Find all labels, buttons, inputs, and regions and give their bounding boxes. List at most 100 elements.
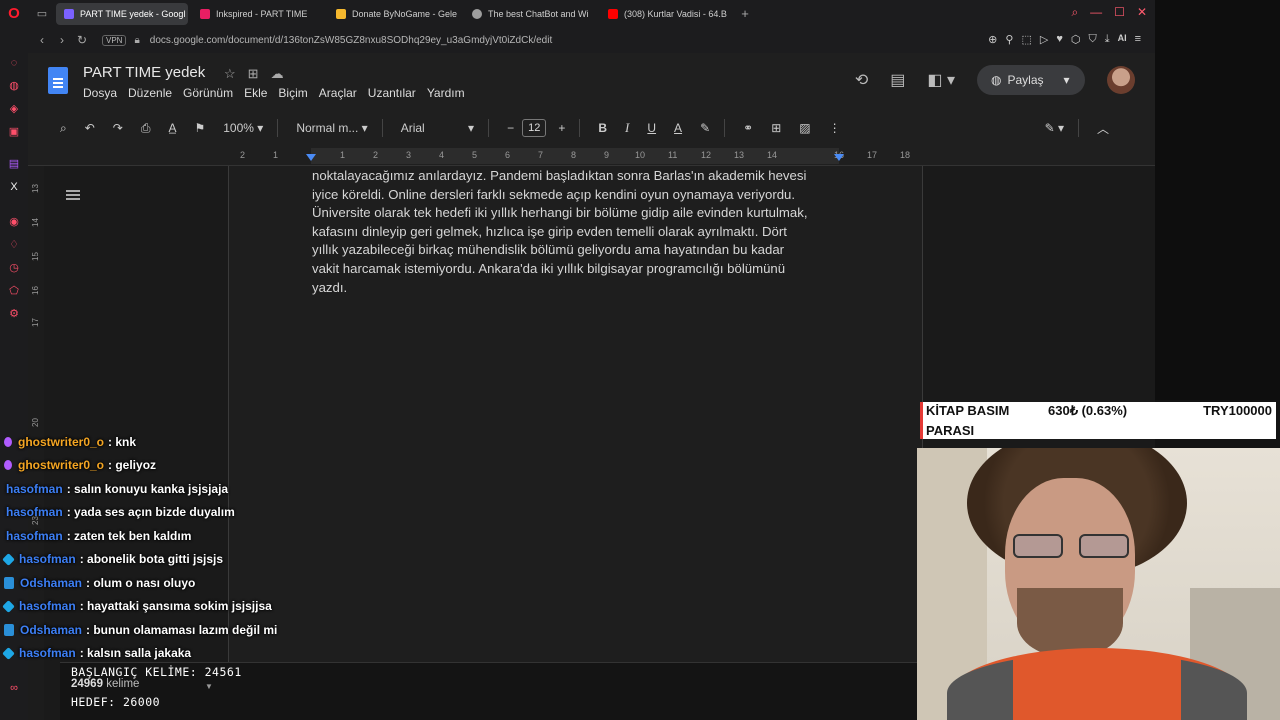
right-indent-marker[interactable] bbox=[834, 154, 844, 161]
lock-icon[interactable]: 🔒︎ bbox=[134, 35, 139, 46]
forward-icon[interactable]: › bbox=[52, 33, 72, 47]
share-button[interactable]: ◍ Paylaş ▾ bbox=[977, 65, 1085, 95]
opera-logo-icon[interactable]: O bbox=[0, 0, 28, 27]
tab-part-time-docs[interactable]: PART TIME yedek - Googl bbox=[56, 2, 188, 25]
menu-edit[interactable]: Düzenle bbox=[128, 86, 172, 100]
bold-button[interactable]: B bbox=[598, 121, 607, 135]
cloud-status-icon[interactable]: ☁ bbox=[271, 66, 284, 82]
ai-button[interactable]: AI bbox=[1118, 33, 1127, 46]
tab-bynogame[interactable]: Donate ByNoGame - Gele bbox=[328, 3, 460, 25]
ruler-tick-label: 2 bbox=[240, 150, 246, 160]
heart-icon[interactable]: ♥ bbox=[1056, 33, 1063, 46]
font-select[interactable]: Arial ▾ bbox=[401, 121, 474, 135]
music-icon[interactable]: ◉ bbox=[7, 215, 21, 229]
menu-tools[interactable]: Araçlar bbox=[319, 86, 357, 100]
extensions-sidebar-icon[interactable]: ⬠ bbox=[7, 284, 21, 298]
x-icon[interactable]: X bbox=[7, 180, 21, 194]
style-select[interactable]: Normal m... ▾ bbox=[296, 121, 367, 135]
print-icon[interactable]: ⎙ bbox=[141, 121, 151, 136]
document-title[interactable]: PART TIME yedek bbox=[83, 64, 205, 81]
menu-icon[interactable]: ≡ bbox=[1135, 33, 1141, 46]
chevron-down-icon[interactable]: ▼ bbox=[205, 682, 213, 691]
search-tabs-icon[interactable]: ⌕ bbox=[1071, 5, 1078, 20]
close-window-icon[interactable]: ✕ bbox=[1137, 5, 1147, 20]
youtube-favicon-icon bbox=[608, 8, 618, 19]
aria-icon[interactable]: ◌ bbox=[7, 56, 21, 70]
sidebar-more-icon[interactable]: ∞ bbox=[7, 681, 21, 695]
avatar[interactable] bbox=[1107, 66, 1135, 94]
menu-extensions[interactable]: Uzantılar bbox=[368, 86, 416, 100]
left-indent-marker[interactable] bbox=[306, 154, 316, 161]
search-menus-icon[interactable]: ⌕ bbox=[60, 121, 67, 136]
menu-insert[interactable]: Ekle bbox=[244, 86, 267, 100]
history-icon[interactable]: ◷ bbox=[7, 261, 21, 275]
font-size-input[interactable]: 12 bbox=[522, 119, 547, 137]
hide-menus-icon[interactable]: ︿ bbox=[1097, 120, 1109, 137]
word-count-widget[interactable]: 24969 kelime bbox=[71, 678, 139, 690]
tab-youtube[interactable]: (308) Kurtlar Vadisi - 64.B bbox=[600, 3, 732, 25]
chat-text: : bunun olamaması lazım değil mi bbox=[86, 622, 278, 637]
underline-button[interactable]: U bbox=[647, 121, 656, 135]
minimize-icon[interactable]: — bbox=[1090, 5, 1102, 20]
vpn-badge[interactable]: VPN bbox=[102, 34, 127, 46]
chat-username: Odshaman bbox=[20, 622, 83, 637]
reload-icon[interactable]: ↻ bbox=[72, 33, 92, 47]
redo-icon[interactable]: ↷ bbox=[113, 121, 123, 135]
bookmark-icon[interactable]: ♢ bbox=[7, 238, 21, 252]
menu-format[interactable]: Biçim bbox=[278, 86, 307, 100]
word-count-label: kelime bbox=[106, 678, 140, 690]
zoom-icon[interactable]: ⊕ bbox=[988, 33, 997, 46]
snapshot-icon[interactable]: ⬚ bbox=[1021, 33, 1031, 46]
glasses bbox=[1013, 534, 1131, 560]
telegram-icon[interactable]: ◈ bbox=[7, 102, 21, 116]
more-icon[interactable]: ⋮ bbox=[829, 121, 841, 135]
chat-message: Odshaman : olum o nası oluyo bbox=[4, 571, 424, 595]
image-icon[interactable]: ▨ bbox=[799, 121, 810, 135]
menu-bar: Dosya Düzenle Görünüm Ekle Biçim Araçlar… bbox=[83, 86, 476, 100]
twitch-icon[interactable]: ▤ bbox=[7, 157, 21, 171]
messenger-icon[interactable]: ◍ bbox=[7, 79, 21, 93]
version-history-icon[interactable]: ⟲ bbox=[855, 70, 868, 90]
menu-view[interactable]: Görünüm bbox=[183, 86, 233, 100]
meet-icon[interactable]: ◧ ▾ bbox=[927, 70, 955, 90]
decrease-font-size-icon[interactable]: − bbox=[507, 121, 514, 135]
url-field[interactable]: docs.google.com/document/d/136tonZsW85GZ… bbox=[150, 35, 552, 46]
menu-file[interactable]: Dosya bbox=[83, 86, 117, 100]
comments-icon[interactable]: ▤ bbox=[890, 70, 905, 90]
docs-logo-icon[interactable] bbox=[48, 67, 68, 94]
link-icon[interactable]: ⚭ bbox=[743, 121, 753, 135]
menu-help[interactable]: Yardım bbox=[427, 86, 465, 100]
increase-font-size-icon[interactable]: + bbox=[558, 121, 565, 135]
tab-overview-icon[interactable]: ▭ bbox=[28, 7, 56, 20]
move-folder-icon[interactable]: ⊞ bbox=[248, 66, 259, 82]
comment-icon[interactable]: ⊞ bbox=[771, 121, 781, 135]
highlight-icon[interactable]: ✎ bbox=[700, 121, 710, 135]
wallet-icon[interactable]: ⛉ bbox=[1088, 33, 1096, 46]
document-body[interactable]: noktalayacağımız anılardayız. Pandemi ba… bbox=[312, 167, 847, 297]
horizontal-ruler[interactable]: 2 1 1 2 3 4 5 6 7 8 9 10 11 12 13 14 16 … bbox=[28, 146, 1155, 166]
text-color-button[interactable]: A bbox=[674, 121, 682, 135]
spellcheck-icon[interactable]: A̲ bbox=[168, 121, 176, 135]
pin-icon[interactable]: ⚲ bbox=[1005, 33, 1013, 46]
italic-button[interactable]: I bbox=[625, 120, 629, 136]
play-icon[interactable]: ▷ bbox=[1040, 33, 1048, 46]
back-icon[interactable]: ‹ bbox=[32, 33, 52, 47]
settings-icon[interactable]: ⚙ bbox=[7, 307, 21, 321]
paint-format-icon[interactable]: ⚑ bbox=[194, 121, 205, 135]
tab-chatbot[interactable]: The best ChatBot and Wi bbox=[464, 3, 596, 25]
editing-mode-icon[interactable]: ✎ ▾ bbox=[1045, 121, 1064, 135]
chat-username: hasofman bbox=[6, 505, 63, 520]
zoom-select[interactable]: 100% ▾ bbox=[223, 121, 263, 135]
share-label: Paylaş bbox=[1007, 73, 1044, 87]
new-tab-button[interactable]: + bbox=[736, 6, 754, 21]
download-icon[interactable]: ⤓ bbox=[1105, 33, 1110, 46]
maximize-icon[interactable]: ☐ bbox=[1114, 5, 1125, 20]
chat-message: hasofman : hayattaki şansıma sokim jsjsj… bbox=[2, 595, 424, 619]
document-outline-icon[interactable] bbox=[66, 190, 80, 202]
star-icon[interactable]: ☆ bbox=[224, 66, 236, 82]
chat-message: hasofman : salın konuyu kanka jsjsjaja bbox=[4, 477, 424, 501]
mail-icon[interactable]: ▣ bbox=[7, 125, 21, 139]
tab-inkspired[interactable]: Inkspired - PART TIME bbox=[192, 3, 324, 25]
extensions-icon[interactable]: ⬡ bbox=[1071, 33, 1081, 46]
undo-icon[interactable]: ↶ bbox=[85, 121, 95, 135]
